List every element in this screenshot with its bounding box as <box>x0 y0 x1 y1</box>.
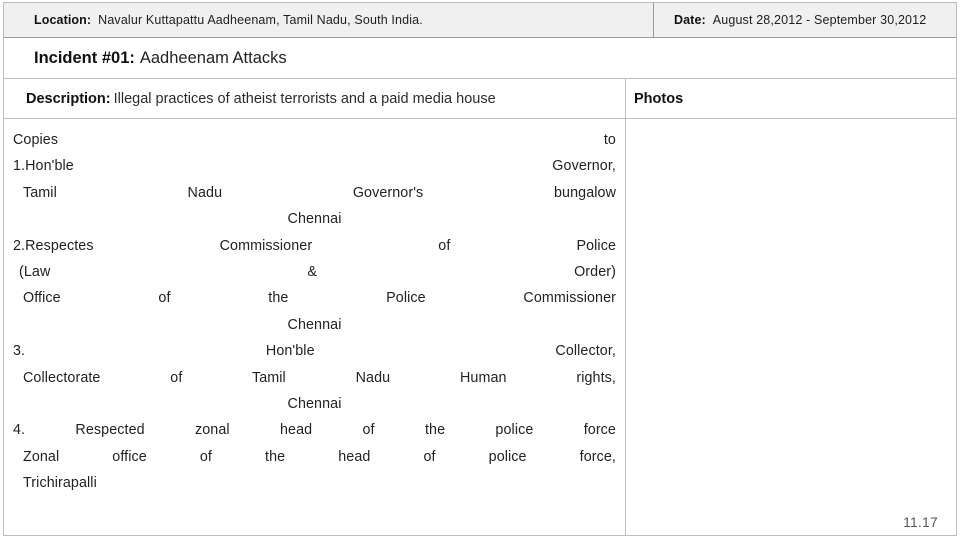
location-label: Location: <box>34 13 92 27</box>
copy-recipient-3: 3. Hon'ble Collector, Collectorate of Ta… <box>13 338 616 417</box>
date-value: August 28,2012 - September 30,2012 <box>712 13 927 27</box>
recipient-4-line-2: Zonal office of the head of police force… <box>23 448 616 465</box>
recipient-3-line-3: Chennai <box>287 396 342 413</box>
date-cell: Date: August 28,2012 - September 30,2012 <box>654 3 956 37</box>
document-page: Location: Navalur Kuttapattu Aadheenam, … <box>3 2 957 536</box>
recipient-4-line-1: 4. Respected zonal head of the police fo… <box>13 422 616 439</box>
photos-label: Photos <box>634 90 684 107</box>
location-cell: Location: Navalur Kuttapattu Aadheenam, … <box>4 3 654 37</box>
meta-row: Location: Navalur Kuttapattu Aadheenam, … <box>4 3 956 38</box>
incident-label: Incident #01: <box>34 48 135 67</box>
recipient-1-line-2: Tamil Nadu Governor's bungalow <box>23 184 616 201</box>
recipient-2-line-1: 2.Respectes Commissioner of Police <box>13 237 616 254</box>
page-number: 11.17 <box>903 515 938 530</box>
recipient-1-line-3: Chennai <box>287 211 342 228</box>
section-header-row: Description: Illegal practices of atheis… <box>4 79 956 119</box>
description-label: Description: <box>26 90 111 107</box>
description-value: Illegal practices of atheist terrorists … <box>113 90 496 107</box>
description-body: Copies to 1.Hon'ble Governor, Tamil Nadu… <box>4 119 626 536</box>
location-value: Navalur Kuttapattu Aadheenam, Tamil Nadu… <box>98 13 423 27</box>
recipient-2-line-3: Office of the Police Commissioner <box>23 290 616 307</box>
recipient-1-line-1: 1.Hon'ble Governor, <box>13 158 616 175</box>
copies-lead-line: Copies to <box>13 132 616 148</box>
body-row: Copies to 1.Hon'ble Governor, Tamil Nadu… <box>4 119 956 536</box>
recipient-3-line-1: 3. Hon'ble Collector, <box>13 343 616 360</box>
photos-panel: 11.17 <box>626 119 956 536</box>
incident-row: Incident #01: Aadheenam Attacks <box>4 38 956 79</box>
copy-recipient-1: 1.Hon'ble Governor, Tamil Nadu Governor'… <box>13 153 616 232</box>
copy-recipient-2: 2.Respectes Commissioner of Police (Law … <box>13 233 616 339</box>
copy-recipient-4: 4. Respected zonal head of the police fo… <box>13 417 616 496</box>
recipient-3-line-2: Collectorate of Tamil Nadu Human rights, <box>23 369 616 386</box>
recipient-2-line-4: Chennai <box>287 316 342 333</box>
recipient-2-line-2: (Law & Order) <box>19 264 616 281</box>
date-label: Date: <box>674 13 706 27</box>
recipient-4-line-3: Trichirapalli <box>23 475 97 492</box>
description-header: Description: Illegal practices of atheis… <box>4 79 626 118</box>
photos-header: Photos <box>626 79 956 118</box>
incident-title: Aadheenam Attacks <box>139 48 287 67</box>
